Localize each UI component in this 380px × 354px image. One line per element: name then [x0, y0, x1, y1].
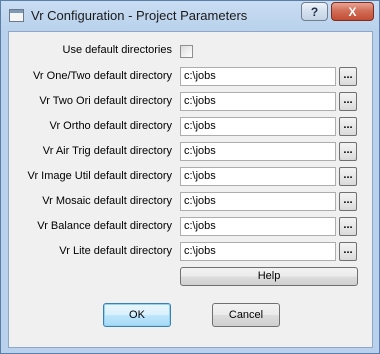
- browse-button[interactable]: ...: [339, 217, 357, 236]
- row-label: Vr Mosaic default directory: [42, 195, 172, 207]
- browse-button[interactable]: ...: [339, 192, 357, 211]
- directory-field-vr-one-two[interactable]: c:\jobs: [180, 67, 336, 86]
- row-label: Vr Lite default directory: [59, 245, 172, 257]
- dialog-window: Vr Configuration - Project Parameters ? …: [0, 0, 380, 354]
- row-label: Vr One/Two default directory: [33, 70, 172, 82]
- directory-field-vr-lite[interactable]: c:\jobs: [180, 242, 336, 261]
- row-label: Vr Image Util default directory: [27, 170, 172, 182]
- row-label: Vr Ortho default directory: [49, 120, 172, 132]
- use-default-label: Use default directories: [62, 44, 172, 56]
- browse-button[interactable]: ...: [339, 67, 357, 86]
- browse-button[interactable]: ...: [339, 142, 357, 161]
- title-bar: Vr Configuration - Project Parameters ? …: [1, 1, 379, 31]
- ok-button[interactable]: OK: [103, 303, 171, 327]
- dialog-client-area: Use default directories Vr One/Two defau…: [8, 31, 373, 348]
- use-default-checkbox[interactable]: [180, 45, 193, 58]
- window-icon: [9, 9, 24, 22]
- directory-field-vr-image-util[interactable]: c:\jobs: [180, 167, 336, 186]
- row-label: Vr Air Trig default directory: [42, 145, 172, 157]
- cancel-button[interactable]: Cancel: [212, 303, 280, 327]
- browse-button[interactable]: ...: [339, 117, 357, 136]
- row-label: Vr Balance default directory: [37, 220, 172, 232]
- window-title: Vr Configuration - Project Parameters: [31, 8, 248, 23]
- help-button[interactable]: Help: [180, 267, 358, 286]
- directory-field-vr-ortho[interactable]: c:\jobs: [180, 117, 336, 136]
- close-button[interactable]: X: [331, 2, 374, 21]
- row-label: Vr Two Ori default directory: [39, 95, 172, 107]
- directory-field-vr-two-ori[interactable]: c:\jobs: [180, 92, 336, 111]
- directory-field-vr-balance[interactable]: c:\jobs: [180, 217, 336, 236]
- browse-button[interactable]: ...: [339, 242, 357, 261]
- directory-field-vr-air-trig[interactable]: c:\jobs: [180, 142, 336, 161]
- browse-button[interactable]: ...: [339, 92, 357, 111]
- directory-field-vr-mosaic[interactable]: c:\jobs: [180, 192, 336, 211]
- title-help-button[interactable]: ?: [301, 2, 328, 21]
- browse-button[interactable]: ...: [339, 167, 357, 186]
